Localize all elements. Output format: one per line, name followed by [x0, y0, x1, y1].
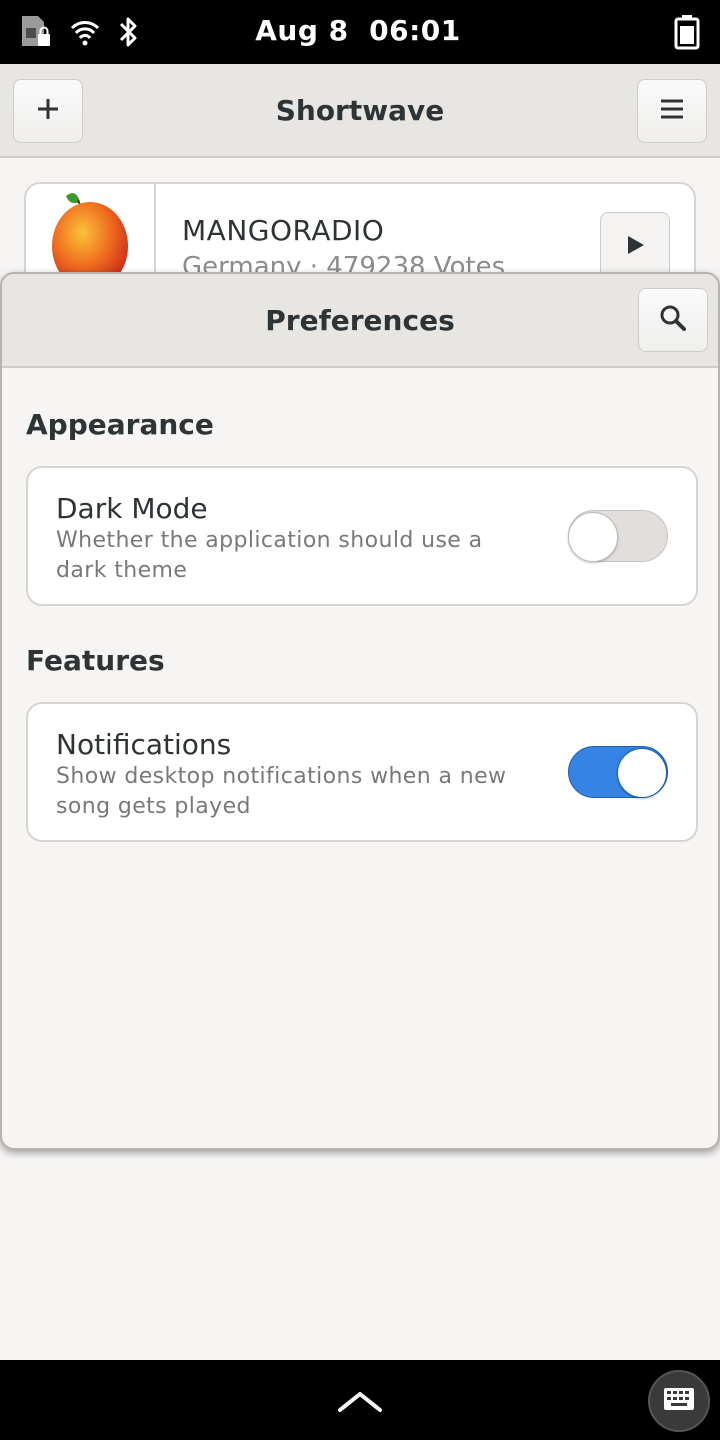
chevron-up-icon[interactable] — [336, 1382, 384, 1418]
preferences-dialog: Preferences Appearance Dark Mode Whether… — [0, 272, 720, 1150]
status-date: Aug 8 — [255, 14, 349, 47]
dark-mode-switch[interactable] — [568, 510, 668, 562]
play-icon — [624, 234, 646, 260]
bottom-bar — [0, 1360, 720, 1440]
pref-subtitle-dark-mode: Whether the application should use a dar… — [56, 528, 483, 583]
notifications-switch[interactable] — [568, 746, 668, 798]
keyboard-icon — [663, 1387, 695, 1415]
battery-icon — [674, 14, 700, 54]
section-title-features: Features — [26, 644, 165, 677]
search-icon — [659, 304, 687, 336]
keyboard-button[interactable] — [648, 1370, 710, 1432]
preferences-header: Preferences — [2, 274, 718, 368]
status-time: 06:01 — [369, 14, 461, 47]
station-name: MANGORADIO — [182, 214, 385, 247]
preferences-title: Preferences — [265, 304, 455, 337]
main-menu-button[interactable] — [637, 79, 707, 143]
pref-row-notifications: Notifications Show desktop notifications… — [26, 702, 698, 842]
status-datetime: Aug 8 06:01 — [0, 14, 716, 47]
search-button[interactable] — [638, 288, 708, 352]
pref-title-dark-mode: Dark Mode — [56, 492, 208, 525]
header-bar: Shortwave — [0, 64, 720, 158]
switch-knob — [568, 512, 618, 562]
status-bar: Aug 8 06:01 — [0, 0, 720, 64]
pref-row-dark-mode: Dark Mode Whether the application should… — [26, 466, 698, 606]
hamburger-menu-icon — [660, 98, 684, 124]
pref-title-notifications: Notifications — [56, 728, 232, 761]
pref-subtitle-notifications: Show desktop notifications when a new so… — [56, 764, 507, 819]
app-title: Shortwave — [275, 94, 445, 127]
switch-knob — [617, 748, 667, 798]
section-title-appearance: Appearance — [26, 408, 214, 441]
